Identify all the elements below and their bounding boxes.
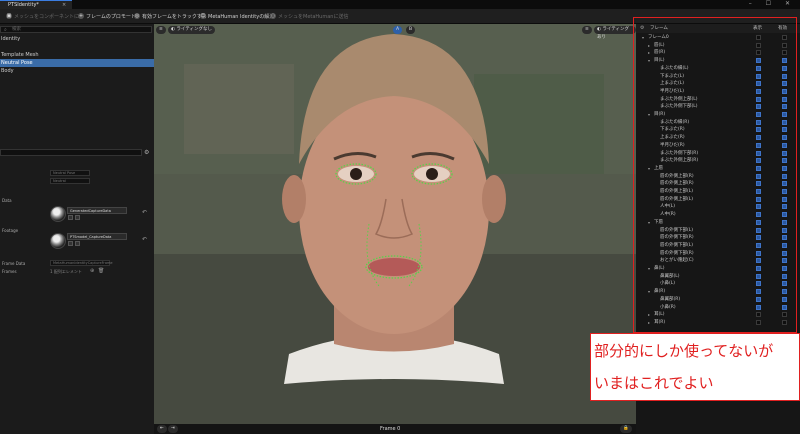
view-mode-ab-button[interactable]: A [393, 26, 403, 34]
tree-item-neutral-pose[interactable]: Neutral Pose [0, 59, 154, 67]
viewport-menu-button[interactable]: ≡ [156, 26, 166, 34]
track-icon: ◎ [134, 13, 140, 19]
plus-icon: + [78, 13, 84, 19]
lighting-toggle-right[interactable]: ◐ ライティングあり [594, 26, 636, 40]
frame-data-label: Frame Data [2, 261, 26, 266]
capture-data-thumbnail [50, 206, 66, 222]
frames-count: 1 配列エレメント [50, 269, 82, 274]
face-scan-render [154, 24, 636, 434]
toolbar-label: メッシュをコンポーネントに [14, 13, 80, 20]
mesh-to-metahuman-button[interactable]: ◌ メッシュをMetaHumanに送信 [270, 12, 348, 20]
frame-label: Frame 0 [380, 426, 401, 432]
track-active-frame-button[interactable]: ◎ 有効フレームをトラックする [134, 12, 207, 20]
toolbar-label: MetaHuman Identityの解決 [208, 13, 275, 20]
details-search-input[interactable] [0, 149, 142, 156]
viewport[interactable]: ≡ ◐ ライティングなし A B ≡ ◐ ライティングあり [154, 24, 636, 434]
tree-item-template-mesh[interactable]: Template Mesh [0, 51, 154, 59]
frame-data-field[interactable]: MetaHumanIdentityCaptureFrame [50, 260, 113, 266]
prev-frame-button[interactable]: ⇤ [157, 425, 167, 433]
browse-icon[interactable] [68, 215, 73, 220]
reset-icon[interactable]: ↶ [142, 209, 147, 216]
send-icon: ◌ [270, 13, 276, 19]
pose-name-field[interactable]: Neutral Pose [50, 170, 90, 176]
use-selected-icon[interactable] [75, 241, 80, 246]
section-label: Data [2, 198, 12, 203]
tab-title: PTSIdentity* [8, 2, 39, 8]
search-placeholder: 検索 [12, 27, 21, 32]
view-mode-b-button[interactable]: B [406, 26, 416, 34]
toolbar-label: メッシュをMetaHumanに送信 [278, 13, 349, 20]
toolbar-label: フレームのプロモート [86, 13, 136, 20]
section-label: Footage [2, 228, 19, 233]
search-icon: ⌕ [4, 27, 7, 33]
identity-icon: ☺ [200, 13, 206, 19]
title-bar [0, 0, 800, 9]
lighting-label: ライティングなし [176, 27, 212, 32]
components-panel [0, 24, 154, 434]
viewport-menu-button-right[interactable]: ≡ [582, 26, 592, 34]
mesh-icon: ▣ [6, 13, 12, 19]
footage-asset[interactable]: PTSmodel_CaptureData [67, 233, 127, 240]
lock-icon[interactable]: 🔒 [620, 425, 632, 433]
mesh-to-component-button[interactable]: ▣ メッシュをコンポーネントに [6, 12, 79, 20]
delete-icon[interactable]: 🗑 [98, 268, 104, 274]
footage-thumbnail [50, 233, 66, 249]
tab-close-icon[interactable]: × [62, 2, 66, 8]
toolbar-label: 有効フレームをトラックする [142, 13, 207, 20]
highlight-rectangle [633, 17, 797, 333]
annotation-line-2: いまはこれでよい [594, 374, 714, 392]
settings-icon[interactable]: ⚙ [144, 149, 149, 156]
tree-search-input[interactable]: ⌕ 検索 [0, 26, 152, 33]
frames-label: Frames [2, 269, 17, 274]
capture-data-asset[interactable]: GeneratedCaptureData [67, 207, 127, 214]
add-element-icon[interactable]: ⊕ [90, 268, 94, 274]
tree-item-identity[interactable]: Identity [0, 35, 154, 43]
promote-frame-button[interactable]: + フレームのプロモート [78, 12, 136, 20]
browse-icon[interactable] [68, 241, 73, 246]
pose-type-dropdown[interactable]: Neutral [50, 178, 90, 184]
use-selected-icon[interactable] [75, 215, 80, 220]
next-frame-button[interactable]: ⇥ [168, 425, 178, 433]
lighting-toggle-left[interactable]: ◐ ライティングなし [168, 26, 215, 34]
reset-icon[interactable]: ↶ [142, 236, 147, 243]
identity-solve-button[interactable]: ☺ MetaHuman Identityの解決 [200, 12, 274, 20]
document-tab[interactable]: PTSIdentity* × [0, 0, 72, 9]
annotation-line-1: 部分的にしか使ってないが [594, 342, 774, 360]
tree-item-body[interactable]: Body [0, 67, 154, 75]
window-controls[interactable]: – ☐ ✕ [749, 0, 796, 7]
